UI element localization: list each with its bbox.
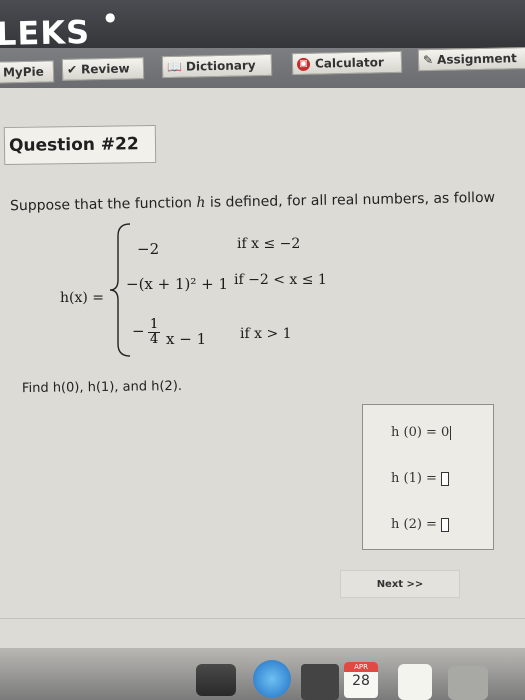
piece-1-cond: if x ≤ −2	[237, 236, 301, 252]
piece-3-cond: if x > 1	[240, 326, 292, 342]
aleks-logo: LEKS	[0, 13, 91, 53]
answer-input-h0[interactable]: 0	[441, 425, 449, 440]
calendar-month: APR	[344, 662, 378, 672]
safari-icon[interactable]	[253, 660, 291, 698]
find-instruction: Find h(0), h(1), and h(2).	[21, 378, 183, 397]
calculator-icon: ▣	[296, 57, 311, 71]
divider	[0, 618, 525, 619]
calculator-button[interactable]: ▣ Calculator	[291, 50, 403, 76]
piece-3-expr: x − 1	[166, 330, 207, 348]
piece-3-sign: −	[132, 322, 145, 340]
next-button[interactable]: Next >>	[340, 570, 460, 598]
mission-control-icon[interactable]	[196, 664, 236, 696]
answer-row-h2: h (2) =	[391, 517, 449, 532]
calculator-label: Calculator	[314, 55, 384, 71]
answer-input-h1[interactable]	[440, 471, 449, 486]
app-icon[interactable]	[301, 664, 339, 700]
mypie-button[interactable]: MyPie	[0, 60, 55, 84]
logo-registered-icon: ●	[105, 10, 116, 24]
piece-3-fraction: 1 4	[148, 317, 161, 347]
answer-row-h1: h (1) =	[391, 471, 449, 486]
answer-row-h0: h (0) = 0	[391, 425, 452, 440]
book-icon: 📖	[166, 59, 183, 75]
notes-icon[interactable]	[398, 664, 432, 700]
answer-label: h (1) =	[391, 471, 437, 486]
review-label: Review	[80, 61, 130, 77]
prompt-before: Suppose that the function	[9, 194, 197, 215]
checkmark-icon: ✔	[66, 62, 78, 77]
calendar-day: 28	[352, 673, 370, 689]
dictionary-button[interactable]: 📖 Dictionary	[161, 53, 273, 79]
answer-label: h (0) =	[391, 425, 437, 440]
question-title: Question #22	[3, 124, 157, 166]
mypie-label: MyPie	[2, 64, 44, 80]
assignment-button[interactable]: ✎ Assignment	[417, 46, 525, 72]
piece-2-cond: if −2 < x ≤ 1	[234, 272, 327, 288]
piece-2-expr: −(x + 1)² + 1	[126, 275, 229, 293]
answer-label: h (2) =	[391, 517, 437, 532]
messages-icon[interactable]	[448, 666, 488, 700]
function-lhs: h(x) =	[60, 290, 105, 306]
assignment-label: Assignment	[436, 51, 517, 67]
answer-input-h2[interactable]	[440, 517, 449, 532]
fraction-numerator: 1	[148, 317, 161, 333]
review-button[interactable]: ✔ Review	[61, 57, 145, 81]
answer-box: h (0) = 0 h (1) = h (2) =	[362, 404, 494, 550]
text-cursor	[450, 425, 452, 440]
question-page	[0, 88, 525, 648]
piece-1-expr: −2	[137, 240, 160, 258]
dictionary-label: Dictionary	[185, 58, 256, 74]
pencil-icon: ✎	[422, 52, 434, 68]
fraction-denominator: 4	[150, 332, 159, 347]
